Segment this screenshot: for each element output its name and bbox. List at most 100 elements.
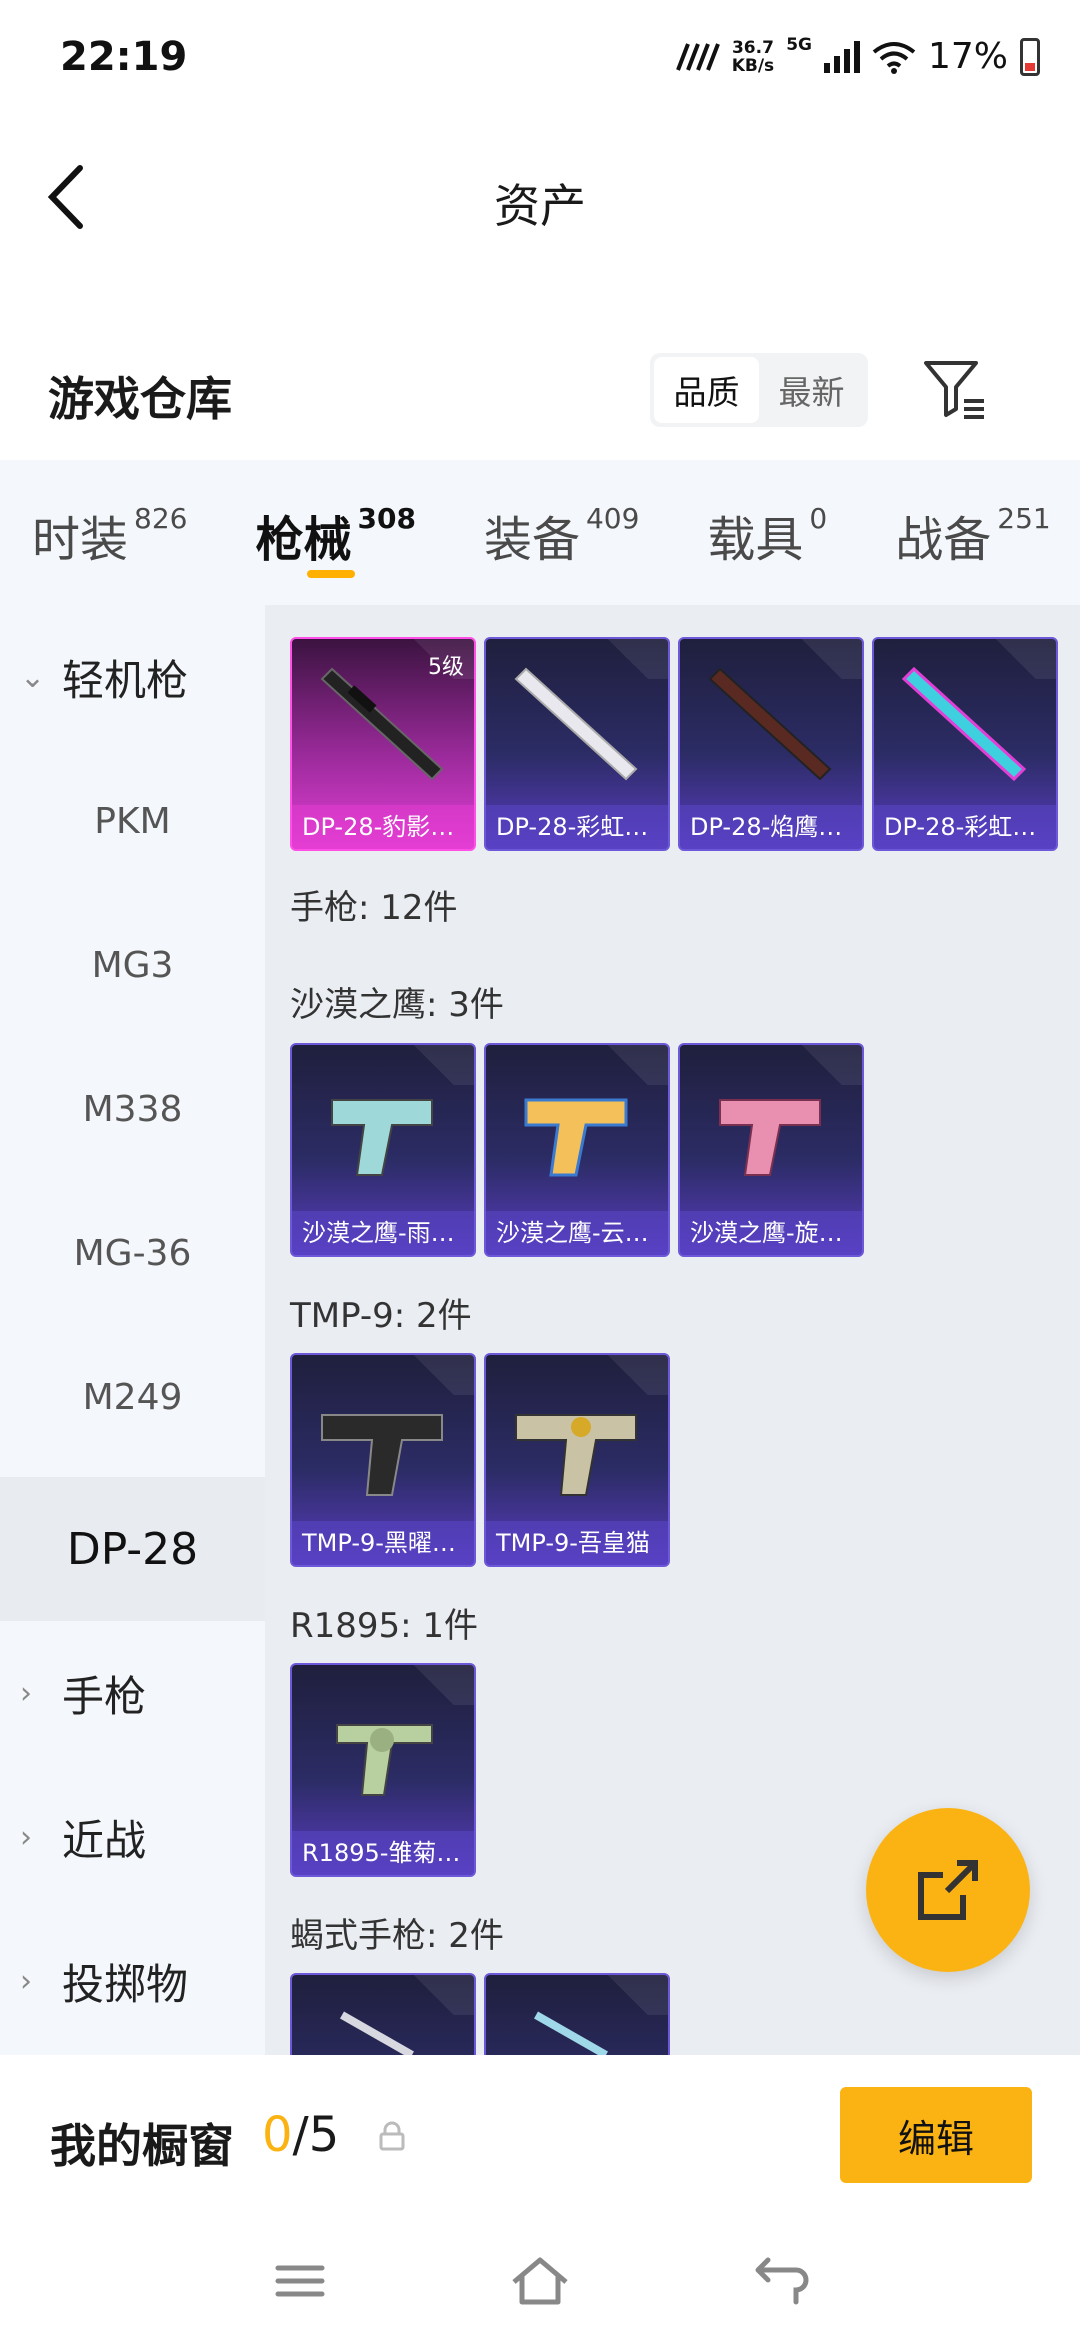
pistol-icon <box>340 2011 414 2055</box>
tab-vehicles[interactable]: 载具 0 <box>707 460 827 570</box>
item-name: TMP-9-吾皇猫 <box>486 1521 668 1565</box>
pistol-icon <box>524 1098 628 1177</box>
home-icon[interactable] <box>500 2246 580 2316</box>
item-name: 沙漠之鹰-云… <box>486 1211 668 1255</box>
item-name: TMP-9-黑曜… <box>292 1521 474 1565</box>
menu-icon[interactable] <box>260 2246 340 2316</box>
item-card[interactable]: 沙漠之鹰-云… <box>484 1043 670 1257</box>
edit-button[interactable]: 编辑 <box>840 2087 1032 2183</box>
smg-icon <box>515 1414 637 1496</box>
chevron-right-icon: › <box>20 1819 32 1855</box>
sidebar-item-m338[interactable]: M338 <box>0 1037 265 1181</box>
sidebar-item-mg36[interactable]: MG-36 <box>0 1181 265 1325</box>
smg-icon <box>321 1414 443 1496</box>
lock-icon <box>379 2121 405 2151</box>
item-name: DP-28-焰鹰… <box>680 805 862 849</box>
rifle-icon <box>514 667 638 781</box>
sort-newest-button[interactable]: 最新 <box>759 357 864 423</box>
sidebar-group-throwables[interactable]: › 投掷物 <box>0 1909 265 2053</box>
item-card[interactable] <box>290 1973 476 2055</box>
status-bar: 22:19 36.7 KB/s 5G 17% <box>0 0 1080 120</box>
tab-label: 装备 <box>483 512 580 568</box>
tab-count: 826 <box>134 502 188 535</box>
chevron-down-icon: ⌄ <box>20 659 46 695</box>
item-name: DP-28-彩虹… <box>874 805 1056 849</box>
item-name: R1895-雏菊… <box>292 1831 474 1875</box>
tab-count: 251 <box>997 502 1051 535</box>
warehouse-title: 游戏仓库 <box>48 372 232 426</box>
tab-count: 308 <box>357 502 416 535</box>
showcase-count-total: /5 <box>292 2107 340 2163</box>
filter-icon[interactable] <box>920 357 990 423</box>
tab-label: 战备 <box>895 512 992 568</box>
cell-signal-icon <box>823 40 860 73</box>
item-card[interactable]: DP-28-彩虹… <box>872 637 1058 851</box>
status-time: 22:19 <box>60 34 188 80</box>
section-tmp9: TMP-9: 2件 <box>290 1296 472 1336</box>
pistol-icon <box>331 1099 433 1176</box>
system-nav-bar <box>0 2220 1080 2344</box>
category-tabs: 时装 826 枪械 308 装备 409 载具 0 战备 251 <box>0 460 1080 605</box>
item-card[interactable]: DP-28-彩虹… <box>484 637 670 851</box>
pistol-icon <box>534 2011 608 2055</box>
app-header: 资产 <box>0 140 1080 260</box>
tab-count: 0 <box>809 502 828 535</box>
item-level-badge: 5级 <box>428 655 464 680</box>
section-r1895: R1895: 1件 <box>290 1606 479 1646</box>
sidebar-item-pkm[interactable]: PKM <box>0 749 265 893</box>
chevron-right-icon: › <box>20 1675 32 1711</box>
sidebar-item-m249[interactable]: M249 <box>0 1325 265 1469</box>
sidebar-item-dp28[interactable]: DP-28 <box>0 1477 265 1621</box>
sidebar-group-label: 近战 <box>62 1815 147 1865</box>
sidebar-group-label: 轻机枪 <box>62 655 189 705</box>
pistol-icon <box>719 1099 821 1176</box>
revolver-icon <box>336 1724 433 1796</box>
item-card[interactable]: TMP-9-吾皇猫 <box>484 1353 670 1567</box>
warehouse-row: 游戏仓库 品质 最新 <box>0 345 1080 435</box>
share-button[interactable] <box>866 1808 1030 1972</box>
item-name: DP-28-彩虹… <box>486 805 668 849</box>
item-card[interactable]: 沙漠之鹰-旋… <box>678 1043 864 1257</box>
showcase-count: 0/5 <box>262 2107 339 2163</box>
showcase-count-current: 0 <box>262 2107 293 2163</box>
net-speed-value: 36.7 <box>731 37 774 58</box>
tab-gear[interactable]: 战备 251 <box>895 460 1050 570</box>
tab-equipment[interactable]: 装备 409 <box>484 460 639 570</box>
network-type: 5G <box>786 34 812 55</box>
showcase-title: 我的橱窗 <box>50 2119 234 2173</box>
rifle-icon <box>708 667 832 781</box>
back-icon[interactable] <box>740 2246 820 2316</box>
section-desert-eagle: 沙漠之鹰: 3件 <box>290 985 504 1025</box>
status-icons: 36.7 KB/s 5G 17% <box>675 34 1040 77</box>
sidebar-item-mg3[interactable]: MG3 <box>0 893 265 1037</box>
item-name: DP-28-豹影… <box>292 805 474 849</box>
item-card[interactable]: TMP-9-黑曜… <box>290 1353 476 1567</box>
sidebar-group-lmg[interactable]: ⌄ 轻机枪 <box>0 605 265 749</box>
item-name: 沙漠之鹰-旋… <box>680 1211 862 1255</box>
item-card[interactable] <box>484 1973 670 2055</box>
section-pistol-total: 手枪: 12件 <box>290 888 458 928</box>
item-card[interactable]: R1895-雏菊… <box>290 1663 476 1877</box>
sidebar-group-melee[interactable]: › 近战 <box>0 1765 265 1909</box>
tab-fashion[interactable]: 时装 826 <box>32 460 187 570</box>
chevron-right-icon: › <box>20 1963 32 1999</box>
sort-toggle: 品质 最新 <box>650 353 868 427</box>
item-card[interactable]: DP-28-焰鹰… <box>678 637 864 851</box>
tab-label: 枪械 <box>255 512 352 568</box>
tab-guns[interactable]: 枪械 308 <box>255 460 416 578</box>
section-scorpion: 蝎式手枪: 2件 <box>290 1916 504 1956</box>
net-speed-unit: KB/s <box>731 55 775 76</box>
sidebar: ⌄ 轻机枪 PKM MG3 M338 MG-36 M249 DP-28 › 手枪… <box>0 605 265 2055</box>
signal-brand-icon <box>675 42 720 71</box>
item-card[interactable]: 5级 DP-28-豹影… <box>290 637 476 851</box>
page-title: 资产 <box>494 179 586 233</box>
tab-label: 载具 <box>707 512 804 568</box>
sidebar-group-pistol[interactable]: › 手枪 <box>0 1621 265 1765</box>
item-name: 沙漠之鹰-雨… <box>292 1211 474 1255</box>
battery-percent: 17% <box>927 36 1008 77</box>
item-card[interactable]: 沙漠之鹰-雨… <box>290 1043 476 1257</box>
tab-label: 时装 <box>32 512 129 568</box>
net-speed: 36.7 KB/s <box>732 39 774 75</box>
sort-quality-button[interactable]: 品质 <box>654 357 759 423</box>
sidebar-group-label: 投掷物 <box>62 1959 189 2009</box>
